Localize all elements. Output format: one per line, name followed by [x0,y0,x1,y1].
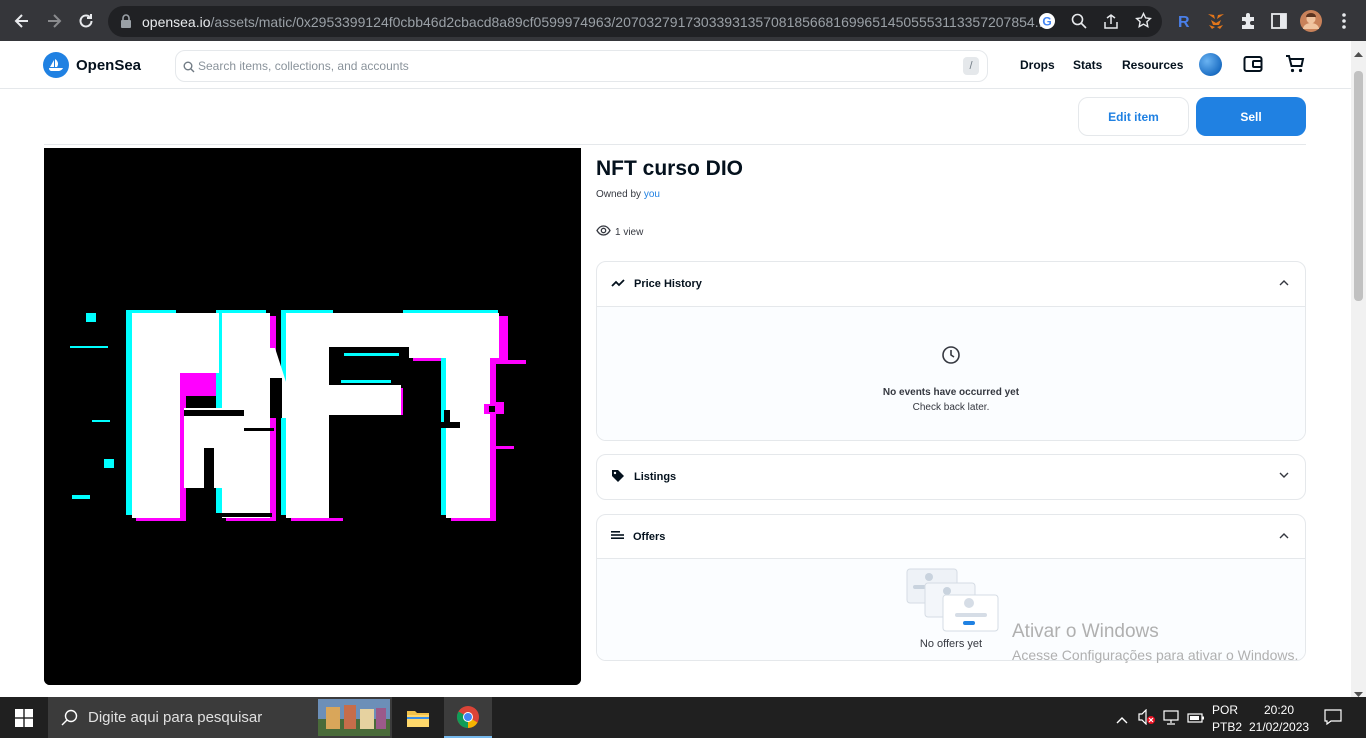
language-top[interactable]: POR [1212,703,1238,717]
logo-text: OpenSea [76,56,142,74]
price-history-title: Price History [634,278,702,290]
site-header: OpenSea / Drops Stats Resources [0,41,1351,89]
r-extension-icon[interactable]: R [1173,10,1195,32]
chevron-down-icon[interactable] [1279,470,1289,482]
lock-icon[interactable] [120,14,132,33]
clock-date[interactable]: 21/02/2023 [1249,720,1309,734]
empty-offers-illustration [905,567,1000,640]
search-shortcut-key: / [963,57,979,75]
listings-panel: Listings [596,454,1306,500]
edit-item-button[interactable]: Edit item [1078,97,1189,136]
share-icon[interactable] [1103,13,1119,34]
chevron-up-icon[interactable] [1279,277,1289,289]
windows-taskbar: Digite aqui para pesquisar POR PTB2 20:2… [0,697,1366,738]
network-icon[interactable] [1163,710,1181,730]
price-history-header[interactable]: Price History [597,262,1305,306]
divider [44,144,1306,145]
owner-link[interactable]: you [644,189,660,200]
nav-resources[interactable]: Resources [1122,58,1183,72]
price-history-empty-title: No events have occurred yet [882,387,1020,398]
wallet-icon[interactable] [1243,55,1263,78]
activation-watermark-title: Ativar o Windows [1012,621,1159,642]
extensions-puzzle-icon[interactable] [1237,10,1259,32]
nft-image[interactable] [44,148,581,685]
listings-title: Listings [634,471,677,483]
chrome-taskbar-icon[interactable] [444,697,492,738]
taskbar-search[interactable]: Digite aqui para pesquisar [48,697,392,738]
price-history-empty-sub: Check back later. [912,402,990,413]
asset-title: NFT curso DIO [596,157,744,180]
opensea-logo-icon [43,52,69,78]
price-history-panel: Price History No events have occurred ye… [596,261,1306,441]
battery-icon[interactable] [1187,711,1205,729]
side-panel-icon[interactable] [1268,10,1290,32]
chrome-menu-icon[interactable] [1333,10,1355,32]
file-explorer-icon[interactable] [394,697,442,738]
eye-icon [596,225,611,239]
address-bar[interactable]: opensea.io/assets/matic/0x2953399124f0cb… [108,6,1162,37]
nav-drops[interactable]: Drops [1020,58,1055,72]
list-icon [611,530,624,543]
offers-title: Offers [633,530,666,543]
nav-stats[interactable]: Stats [1073,58,1102,72]
url-text: opensea.io/assets/matic/0x2953399124f0cb… [142,14,1042,30]
offers-panel: Offers No offers yet [596,514,1306,661]
account-avatar[interactable] [1199,53,1222,76]
tray-chevron-up-icon[interactable] [1116,711,1128,729]
scroll-up-arrow-icon[interactable] [1354,44,1363,62]
search-box[interactable]: / [175,50,988,82]
reload-icon[interactable] [73,8,99,34]
chevron-up-icon[interactable] [1279,530,1289,542]
search-icon [183,60,195,78]
offers-body: No offers yet [597,558,1305,660]
forward-icon[interactable] [41,8,67,34]
clock-time[interactable]: 20:20 [1264,703,1294,717]
opensea-logo[interactable]: OpenSea [43,52,141,78]
view-count: 1 view [596,225,643,239]
bookmark-star-icon[interactable] [1135,11,1152,34]
search-input[interactable] [198,59,938,73]
language-bottom[interactable]: PTB2 [1212,720,1242,734]
sell-button[interactable]: Sell [1196,97,1306,136]
taskbar-search-text: Digite aqui para pesquisar [88,709,263,726]
notification-icon[interactable] [1324,709,1342,730]
activation-watermark-subtitle: Acesse Configurações para ativar o Windo… [1012,647,1299,663]
clock-icon [941,345,961,370]
page-scrollbar[interactable] [1351,41,1366,697]
svg-text:G: G [1042,15,1051,29]
trend-icon [611,278,625,291]
cart-icon[interactable] [1285,54,1305,79]
zoom-icon[interactable] [1071,13,1087,34]
tag-icon [611,469,625,486]
listings-header[interactable]: Listings [597,455,1305,499]
windows-start-icon[interactable] [0,697,48,738]
back-icon[interactable] [9,8,35,34]
owned-by-label: Owned by [596,189,642,200]
google-icon[interactable]: G [1038,12,1056,35]
scrollbar-thumb[interactable] [1354,71,1363,301]
search-highlight-image [318,699,390,738]
offers-header[interactable]: Offers [597,515,1305,558]
price-history-body: No events have occurred yet Check back l… [597,306,1305,440]
svg-text:R: R [1178,14,1190,30]
browser-toolbar: opensea.io/assets/matic/0x2953399124f0cb… [0,0,1366,41]
view-count-text: 1 view [615,226,644,238]
search-icon [61,709,78,731]
owner-line: Owned by you [596,189,660,200]
profile-avatar[interactable] [1300,10,1322,32]
metamask-icon[interactable] [1205,10,1227,32]
volume-muted-icon[interactable] [1138,708,1156,730]
nft-glitch-artwork [44,148,581,685]
